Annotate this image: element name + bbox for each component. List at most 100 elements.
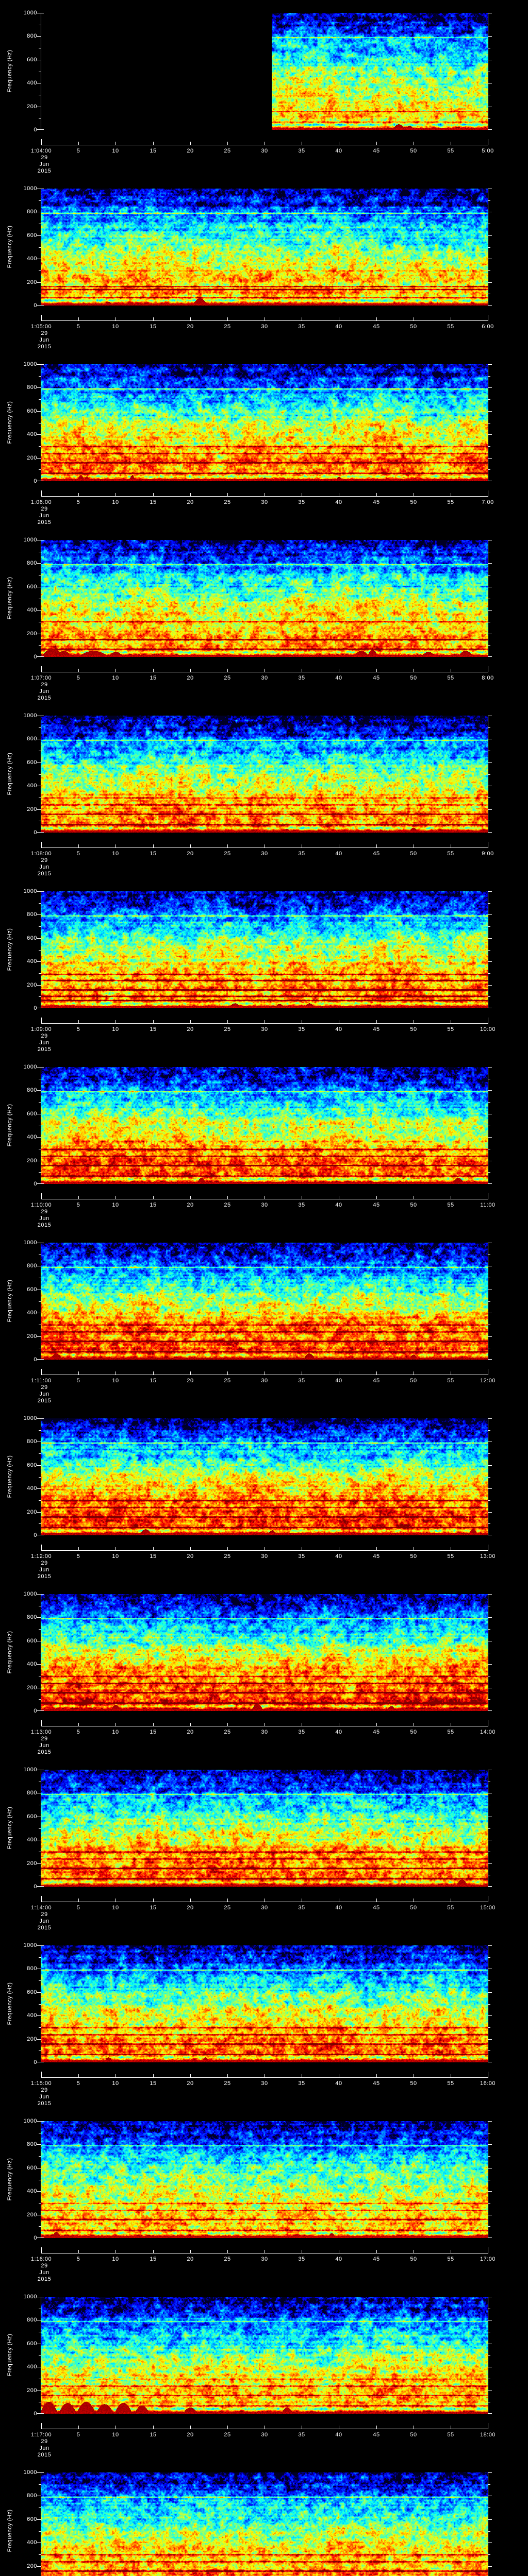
time-axis-tick-label: 7:00: [482, 499, 494, 505]
y-axis-tick-label: 200: [27, 1509, 37, 1515]
y-axis-tick-label: 400: [27, 80, 37, 86]
y-axis-tick: [39, 645, 41, 646]
y-axis-tick: [37, 36, 41, 37]
time-axis-tick: [78, 2426, 79, 2429]
spectrogram-plot-area: [37, 1770, 492, 1887]
time-axis: [41, 1720, 488, 1726]
spectrogram-panel: Frequency (Hz) 0 200 400 600 800 1000 1:16:00 5…: [0, 2108, 528, 2284]
time-axis: [41, 2422, 488, 2429]
right-axis-tick: [488, 2050, 490, 2051]
time-axis-tick: [190, 1899, 191, 1902]
y-axis-tick-label: 0: [34, 1357, 37, 1363]
y-axis-tick-label: 1000: [23, 537, 37, 543]
y-axis-tick-label: 400: [27, 2012, 37, 2019]
time-axis-tick: [41, 842, 42, 848]
y-axis-tick: [39, 996, 41, 997]
y-axis-tick: [37, 458, 41, 459]
y-axis-tick-label: 200: [27, 2212, 37, 2218]
right-axis-tick: [488, 2156, 490, 2157]
y-axis-tick: [39, 247, 41, 248]
time-axis-tick: [227, 1196, 228, 1199]
y-axis-tick-label: 800: [27, 1790, 37, 1796]
date-line: Jun: [39, 2269, 50, 2276]
spectrogram-canvas: [41, 1067, 488, 1184]
time-axis-tick-label: 10: [112, 1378, 119, 1384]
y-axis-tick-label: 800: [27, 911, 37, 918]
y-axis-tick: [39, 2027, 41, 2028]
time-axis-tick-label: 40: [335, 1026, 342, 1032]
time-axis-tick: [153, 1371, 154, 1375]
time-axis-tick: [153, 1899, 154, 1902]
spectrogram-plot-area: [37, 1067, 492, 1184]
spectrogram-canvas: [41, 1243, 488, 1360]
y-axis-tick: [37, 1886, 41, 1887]
y-axis-tick: [37, 1418, 41, 1419]
spectrogram-panel: Frequency (Hz) 0 200 400 600 800 1000 1:04:00 5…: [0, 0, 528, 176]
right-axis-tick: [488, 1137, 492, 1138]
time-axis-tick-label: 10: [112, 499, 119, 505]
right-axis-tick: [488, 1430, 490, 1431]
date-line: 2015: [37, 1398, 52, 1404]
y-axis-tick: [37, 2191, 41, 2192]
y-axis-tick-label: 1000: [23, 2294, 37, 2300]
y-axis-tick-label: 400: [27, 256, 37, 262]
date-line: Jun: [39, 1918, 50, 1924]
time-axis-tick: [376, 1723, 377, 1726]
y-axis-tick-label: 800: [27, 1263, 37, 1269]
y-axis-tick: [37, 610, 41, 611]
y-axis-tick: [37, 938, 41, 939]
y-axis-tick: [37, 1594, 41, 1595]
y-axis-tick-label: 800: [27, 2141, 37, 2147]
time-axis-tick: [41, 490, 42, 497]
date-line: 29: [41, 1560, 48, 1566]
time-axis-tick: [376, 2426, 377, 2429]
y-axis-tick-label: 400: [27, 1485, 37, 1492]
time-axis: [41, 666, 488, 672]
y-axis-tick-label: 600: [27, 57, 37, 63]
time-axis-tick: [153, 1547, 154, 1551]
time-axis-tick: [376, 317, 377, 321]
time-axis-tick-label: 10: [112, 675, 119, 681]
y-axis-tick-label: 200: [27, 279, 37, 285]
spectrogram-canvas: [41, 364, 488, 481]
spectrogram-plot-area: [37, 1243, 492, 1360]
y-axis-tick: [39, 2156, 41, 2157]
time-axis-tick: [78, 317, 79, 321]
y-axis-tick: [39, 1828, 41, 1829]
y-axis-tick-label: 400: [27, 2539, 37, 2546]
right-axis-tick: [488, 387, 492, 388]
spectrogram-canvas: [41, 2121, 488, 2238]
time-axis-tick-label: 6:00: [482, 324, 494, 330]
right-axis-tick: [488, 2191, 492, 2192]
y-axis-tick-label: 600: [27, 2516, 37, 2522]
axis-cap: [41, 1418, 44, 1419]
axis-cap: [41, 832, 44, 833]
y-axis-tick-label: 600: [27, 232, 37, 239]
spectrogram-canvas: [41, 1594, 488, 1711]
spectrogram-plot-area: [37, 13, 492, 130]
right-axis-tick: [488, 469, 490, 470]
date-line: 29: [41, 682, 48, 688]
time-axis-tick: [376, 2250, 377, 2253]
time-axis-tick: [190, 1547, 191, 1551]
axis-cap: [41, 129, 44, 130]
time-axis-tick-label: 10: [112, 2432, 119, 2438]
time-axis-tick-label: 14:00: [480, 1729, 496, 1735]
spectrogram-panel: Frequency (Hz) 0 200 400 600 800 1000 1:17:00 5…: [0, 2284, 528, 2460]
spectrogram-canvas: [41, 189, 488, 306]
time-axis-tick-label: 10:00: [480, 1026, 496, 1032]
time-axis-tick: [41, 315, 42, 321]
time-axis-tick-label: 16:00: [480, 2080, 496, 2087]
right-axis-tick: [488, 2039, 492, 2040]
date-line: Jun: [39, 513, 50, 519]
right-axis-tick: [488, 2355, 490, 2356]
y-axis-tick: [39, 1629, 41, 1630]
spectrogram-plot-area: [37, 540, 492, 657]
y-axis-tick: [39, 446, 41, 447]
spectrogram-plot-area: [37, 891, 492, 1008]
y-axis-tick: [37, 2566, 41, 2567]
right-axis-tick: [488, 1465, 492, 1466]
time-axis-tick: [78, 2250, 79, 2253]
time-axis-tick: [41, 1896, 42, 1902]
spectrogram-panel: Frequency (Hz) 0 200 400 600 800 1000 1:15:00 5…: [0, 1933, 528, 2108]
